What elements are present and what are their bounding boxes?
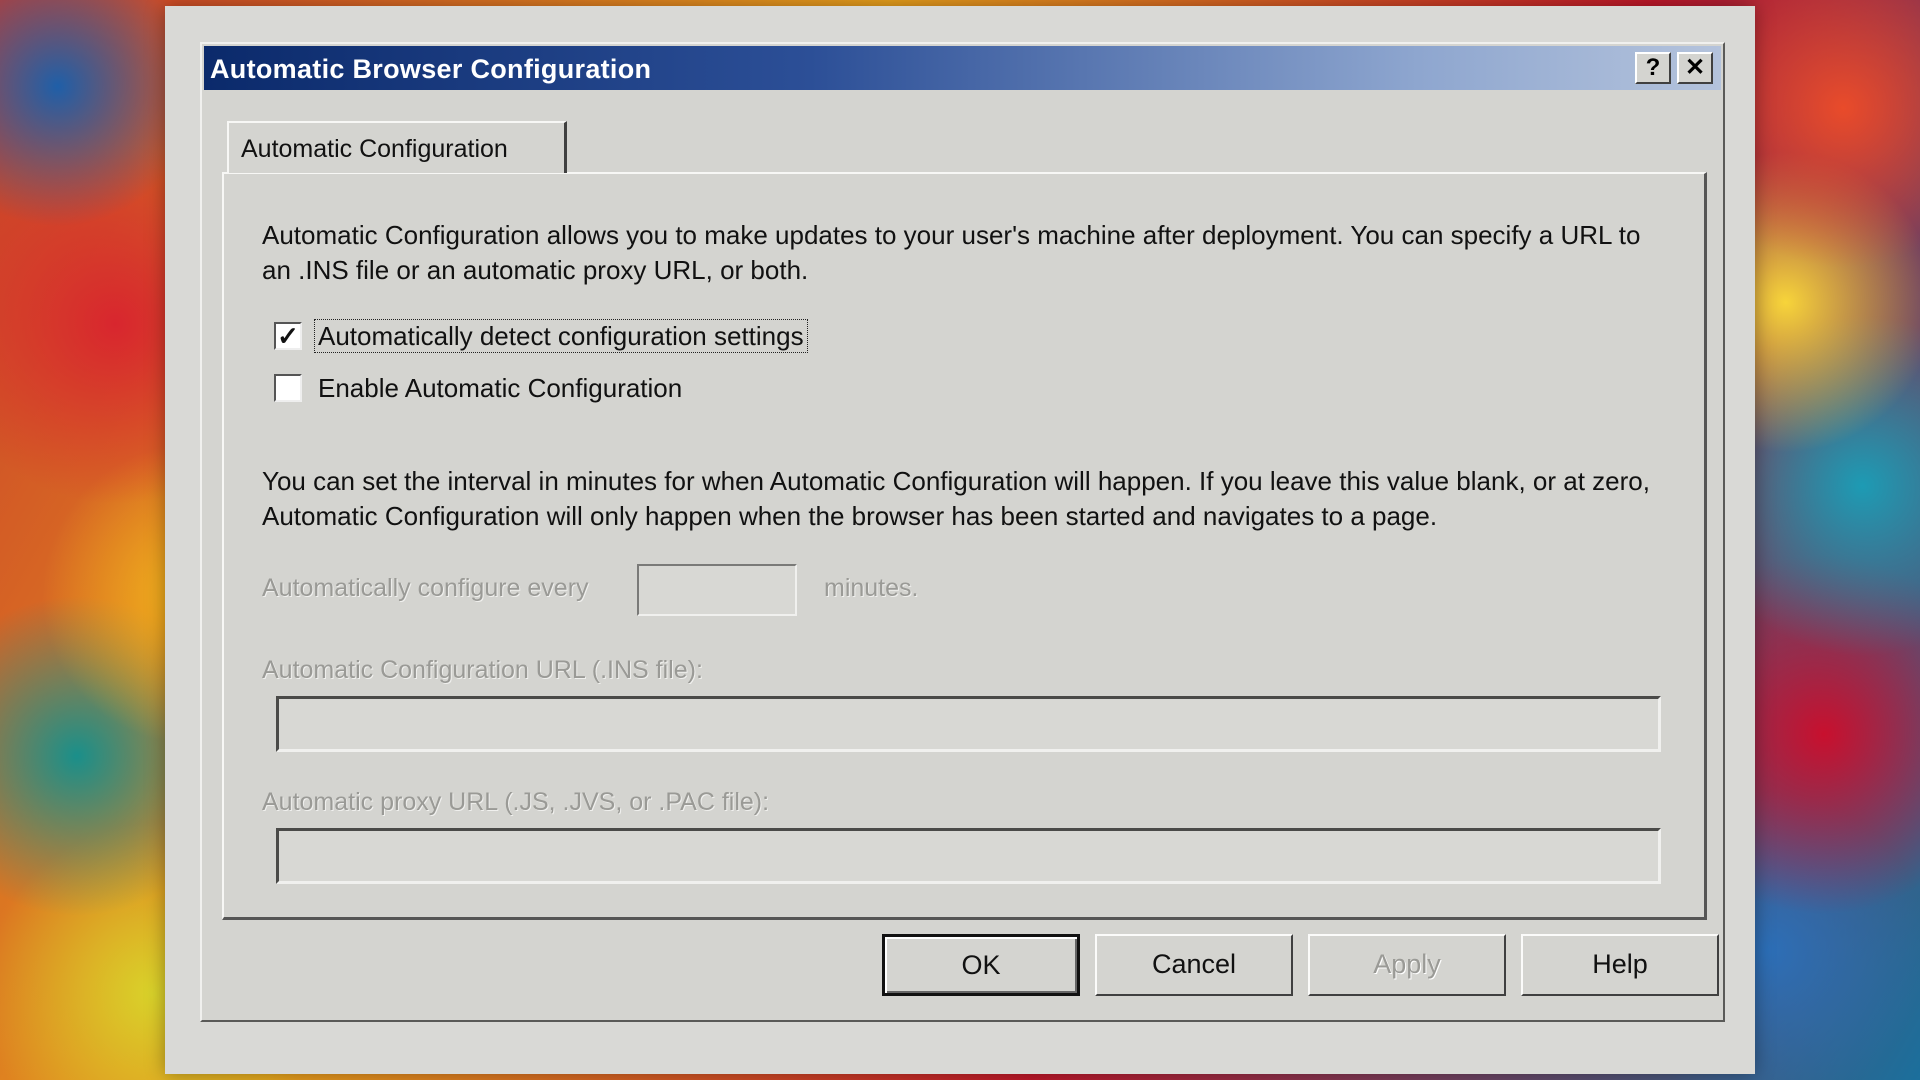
interval-description: You can set the interval in minutes for … (262, 466, 1650, 531)
proxy-url-input[interactable] (276, 828, 1661, 884)
cancel-button[interactable]: Cancel (1095, 934, 1293, 996)
interval-input[interactable] (637, 564, 797, 616)
intro-text: Automatic Configuration allows you to ma… (262, 220, 1641, 285)
proxy-url-label: Automatic proxy URL (.JS, .JVS, or .PAC … (262, 788, 770, 816)
apply-button[interactable]: Apply (1308, 934, 1506, 996)
tab-automatic-configuration[interactable]: Automatic Configuration (227, 121, 567, 173)
auto-detect-label[interactable]: Automatically detect configuration setti… (314, 319, 808, 353)
auto-detect-checkbox[interactable]: ✓ (274, 322, 302, 350)
enable-auto-config-label[interactable]: Enable Automatic Configuration (318, 373, 682, 404)
minutes-label: minutes. (824, 574, 919, 602)
help-dialog-button[interactable]: Help (1521, 934, 1719, 996)
title-bar: Automatic Browser Configuration ? ✕ (204, 46, 1721, 90)
config-url-label: Automatic Configuration URL (.INS file): (262, 656, 703, 684)
close-icon: ✕ (1684, 54, 1706, 81)
enable-auto-config-checkbox[interactable] (274, 374, 302, 402)
tab-label: Automatic Configuration (241, 135, 508, 163)
screen-photo-frame: Automatic Browser Configuration ? ✕ Auto… (165, 6, 1755, 1074)
checkmark-icon: ✓ (277, 321, 299, 351)
ok-button[interactable]: OK (882, 934, 1080, 996)
interval-label: Automatically configure every (262, 574, 589, 602)
tab-panel: Automatic Configuration allows you to ma… (222, 172, 1707, 920)
question-icon: ? (1645, 54, 1661, 81)
focus-rect: Automatically detect configuration setti… (314, 319, 808, 353)
help-button[interactable]: ? (1635, 52, 1671, 84)
dialog-window: Automatic Browser Configuration ? ✕ Auto… (200, 42, 1725, 1022)
close-button[interactable]: ✕ (1677, 52, 1713, 84)
config-url-input[interactable] (276, 696, 1661, 752)
window-title: Automatic Browser Configuration (210, 54, 652, 84)
